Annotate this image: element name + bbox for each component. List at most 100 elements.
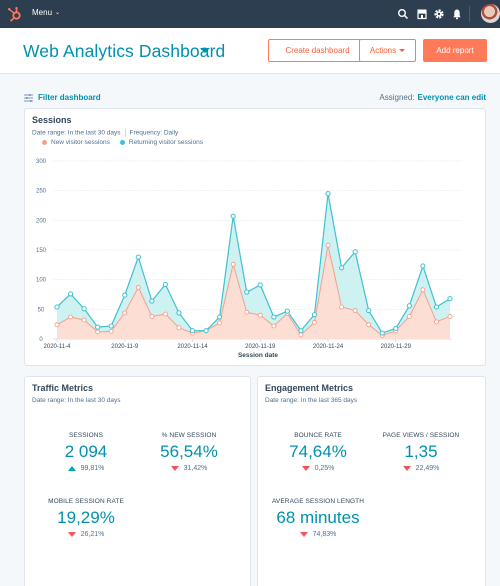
kpi-new-session: % NEW SESSION 56,54% 31,42% bbox=[134, 432, 244, 472]
new-visitor-point[interactable] bbox=[312, 319, 317, 325]
returning-visitor-point[interactable] bbox=[203, 328, 209, 334]
caret-down-icon bbox=[399, 49, 406, 52]
hubspot-logo-icon[interactable] bbox=[7, 6, 23, 22]
returning-visitor-point[interactable] bbox=[81, 306, 87, 312]
new-visitor-point[interactable] bbox=[81, 317, 87, 323]
x-axis-title: Session date bbox=[238, 352, 278, 359]
returning-visitor-point[interactable] bbox=[352, 249, 358, 255]
menu-label: Menu bbox=[32, 8, 53, 17]
new-visitor-point[interactable] bbox=[271, 323, 277, 329]
sessions-area-chart: 0 50 100 150 200 250 300 2020-11-4 2020-11-9 202… bbox=[36, 159, 462, 359]
returning-visitor-point[interactable] bbox=[420, 263, 426, 269]
returning-visitor-point[interactable] bbox=[379, 330, 385, 336]
new-visitor-point[interactable] bbox=[406, 314, 412, 319]
kpi-value: 68 minutes bbox=[276, 508, 360, 527]
new-visitor-point[interactable] bbox=[447, 314, 453, 319]
new-visitor-point[interactable] bbox=[244, 309, 250, 315]
new-visitor-point[interactable] bbox=[162, 311, 168, 317]
assigned-value-link[interactable]: Everyone can edit bbox=[418, 93, 486, 102]
new-visitor-point[interactable] bbox=[230, 261, 236, 267]
kpi-bounce-rate: BOUNCE RATE 74,64% 0,25% bbox=[263, 432, 373, 472]
actions-button[interactable]: Actions bbox=[359, 39, 416, 62]
kpi-label: BOUNCE RATE bbox=[294, 432, 342, 439]
returning-visitor-point[interactable] bbox=[325, 191, 331, 197]
new-visitor-point[interactable] bbox=[339, 304, 345, 310]
nav-divider bbox=[469, 6, 470, 22]
returning-visitor-point[interactable] bbox=[122, 292, 128, 298]
new-visitor-point[interactable] bbox=[433, 319, 439, 325]
new-visitor-point[interactable] bbox=[135, 284, 141, 290]
returning-visitor-point[interactable] bbox=[406, 303, 412, 309]
new-visitor-point[interactable] bbox=[176, 325, 182, 331]
new-visitor-point[interactable] bbox=[217, 320, 223, 326]
kpi-change-value: 74,83% bbox=[312, 531, 337, 538]
returning-visitor-point[interactable] bbox=[338, 265, 345, 271]
returning-visitor-point[interactable] bbox=[433, 304, 440, 310]
returning-visitor-point[interactable] bbox=[257, 282, 263, 288]
assigned-label: Assigned: bbox=[379, 93, 415, 102]
card-title[interactable]: Engagement Metrics bbox=[265, 383, 353, 393]
kpi-change: 0,25% bbox=[263, 465, 373, 472]
returning-visitor-point[interactable] bbox=[189, 328, 196, 334]
kpi-sessions: SESSIONS 2 094 99,81% bbox=[31, 432, 141, 472]
new-visitor-point[interactable] bbox=[325, 242, 331, 248]
returning-visitor-point[interactable] bbox=[54, 304, 60, 310]
kpi-change-value: 0,25% bbox=[314, 465, 335, 472]
returning-visitor-point[interactable] bbox=[311, 312, 318, 318]
x-tick-label: 2020-11-29 bbox=[381, 344, 412, 350]
returning-visitor-point[interactable] bbox=[95, 324, 101, 330]
new-visitor-point[interactable] bbox=[54, 322, 60, 328]
new-visitor-point[interactable] bbox=[149, 314, 155, 319]
create-dashboard-button[interactable]: Create dashboard bbox=[268, 39, 367, 62]
new-visitor-point[interactable] bbox=[352, 308, 358, 313]
kpi-value: 1,35 bbox=[404, 442, 438, 461]
new-visitor-point[interactable] bbox=[366, 322, 372, 328]
new-visitor-point[interactable] bbox=[257, 312, 263, 318]
new-visitor-point[interactable] bbox=[68, 314, 74, 320]
trend-down-icon bbox=[299, 532, 308, 537]
returning-visitor-point[interactable] bbox=[284, 308, 290, 314]
filter-dashboard-button[interactable]: Filter dashboard bbox=[24, 93, 101, 102]
new-visitor-point[interactable] bbox=[95, 329, 101, 335]
assigned-info: Assigned: Everyone can edit bbox=[379, 93, 486, 102]
user-avatar[interactable] bbox=[481, 4, 500, 23]
returning-visitor-point[interactable] bbox=[244, 289, 250, 295]
add-report-label: Add report bbox=[436, 46, 474, 55]
main-menu-button[interactable]: Menu ⌄ bbox=[32, 8, 60, 17]
dashboard-header: Web Analytics Dashboard Create dashboard… bbox=[0, 28, 500, 74]
returning-visitor-point[interactable] bbox=[176, 310, 182, 316]
returning-visitor-point[interactable] bbox=[217, 314, 223, 320]
add-report-button[interactable]: Add report bbox=[423, 39, 487, 62]
notifications-bell-icon[interactable] bbox=[451, 8, 463, 20]
returning-visitor-point[interactable] bbox=[447, 296, 453, 302]
returning-visitor-point[interactable] bbox=[393, 325, 399, 331]
settings-icon[interactable] bbox=[433, 8, 445, 20]
kpi-change-value: 22,49% bbox=[415, 465, 440, 472]
returning-visitor-point[interactable] bbox=[149, 298, 155, 304]
x-tick-label: 2020-11-14 bbox=[177, 344, 208, 350]
kpi-mobile-session-rate: MOBILE SESSION RATE 19,29% 26,21% bbox=[31, 498, 141, 538]
kpi-value: 2 094 bbox=[64, 442, 108, 461]
returning-visitor-point[interactable] bbox=[366, 307, 372, 314]
x-tick-label: 2020-11-24 bbox=[313, 344, 344, 350]
returning-visitor-point[interactable] bbox=[271, 314, 277, 320]
new-visitor-point[interactable] bbox=[420, 287, 426, 293]
new-visitor-point[interactable] bbox=[108, 328, 114, 334]
kpi-value: 19,29% bbox=[57, 508, 115, 527]
card-title[interactable]: Traffic Metrics bbox=[32, 383, 93, 393]
marketplace-icon[interactable] bbox=[416, 8, 428, 20]
returning-visitor-point[interactable] bbox=[108, 323, 114, 329]
returning-visitor-point[interactable] bbox=[67, 291, 74, 297]
returning-visitor-point[interactable] bbox=[162, 281, 169, 288]
kpi-change: 31,42% bbox=[134, 465, 244, 472]
y-tick-label: 250 bbox=[36, 189, 47, 195]
returning-visitor-point[interactable] bbox=[230, 213, 236, 219]
new-visitor-point[interactable] bbox=[298, 332, 304, 338]
dashboard-switcher-caret-icon[interactable] bbox=[200, 48, 210, 53]
new-visitor-point[interactable] bbox=[122, 310, 128, 316]
y-tick-label: 300 bbox=[36, 159, 47, 165]
search-icon[interactable] bbox=[397, 8, 409, 20]
returning-visitor-point[interactable] bbox=[298, 328, 304, 334]
returning-visitor-point[interactable] bbox=[135, 254, 141, 260]
page-title[interactable]: Web Analytics Dashboard bbox=[23, 41, 225, 62]
